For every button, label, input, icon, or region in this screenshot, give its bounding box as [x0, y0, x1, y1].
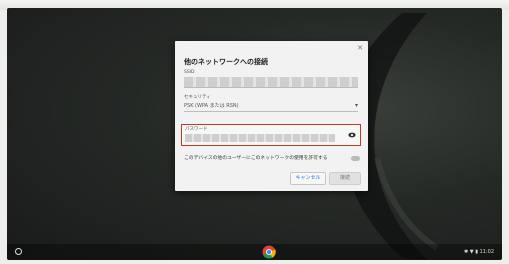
security-select[interactable]: PSK (WPA または RSN) ▾	[184, 101, 358, 112]
security-label: セキュリティ	[184, 95, 211, 100]
cancel-button[interactable]: キャンセル	[290, 172, 326, 185]
chromebook-screen: ✕ 他のネットワークへの接続 SSID セキュリティ PSK (WPA または …	[7, 8, 502, 260]
chrome-icon[interactable]	[262, 245, 276, 259]
connect-button[interactable]: 接続	[329, 172, 361, 185]
password-field[interactable]: パスワード	[181, 124, 361, 146]
show-password-icon[interactable]	[348, 132, 356, 138]
password-input[interactable]	[185, 134, 335, 142]
share-network-toggle[interactable]	[351, 156, 360, 161]
connect-network-dialog: ✕ 他のネットワークへの接続 SSID セキュリティ PSK (WPA または …	[175, 41, 368, 191]
shelf: ✱ ▼ ▮ 11:02	[7, 244, 502, 260]
ssid-input[interactable]	[184, 77, 358, 88]
security-select-value: PSK (WPA または RSN)	[184, 103, 239, 109]
ssid-label: SSID	[184, 70, 195, 75]
share-network-row[interactable]: このデバイスの他のユーザーにこのネットワークの使用を許可する	[184, 154, 360, 164]
dialog-title: 他のネットワークへの接続	[184, 58, 268, 66]
status-tray[interactable]: ✱ ▼ ▮ 11:02	[464, 249, 494, 255]
launcher-icon[interactable]	[15, 248, 22, 255]
close-icon[interactable]: ✕	[357, 44, 363, 52]
share-network-label: このデバイスの他のユーザーにこのネットワークの使用を許可する	[184, 156, 328, 161]
chevron-down-icon: ▾	[354, 102, 358, 109]
password-label: パスワード	[185, 127, 208, 132]
